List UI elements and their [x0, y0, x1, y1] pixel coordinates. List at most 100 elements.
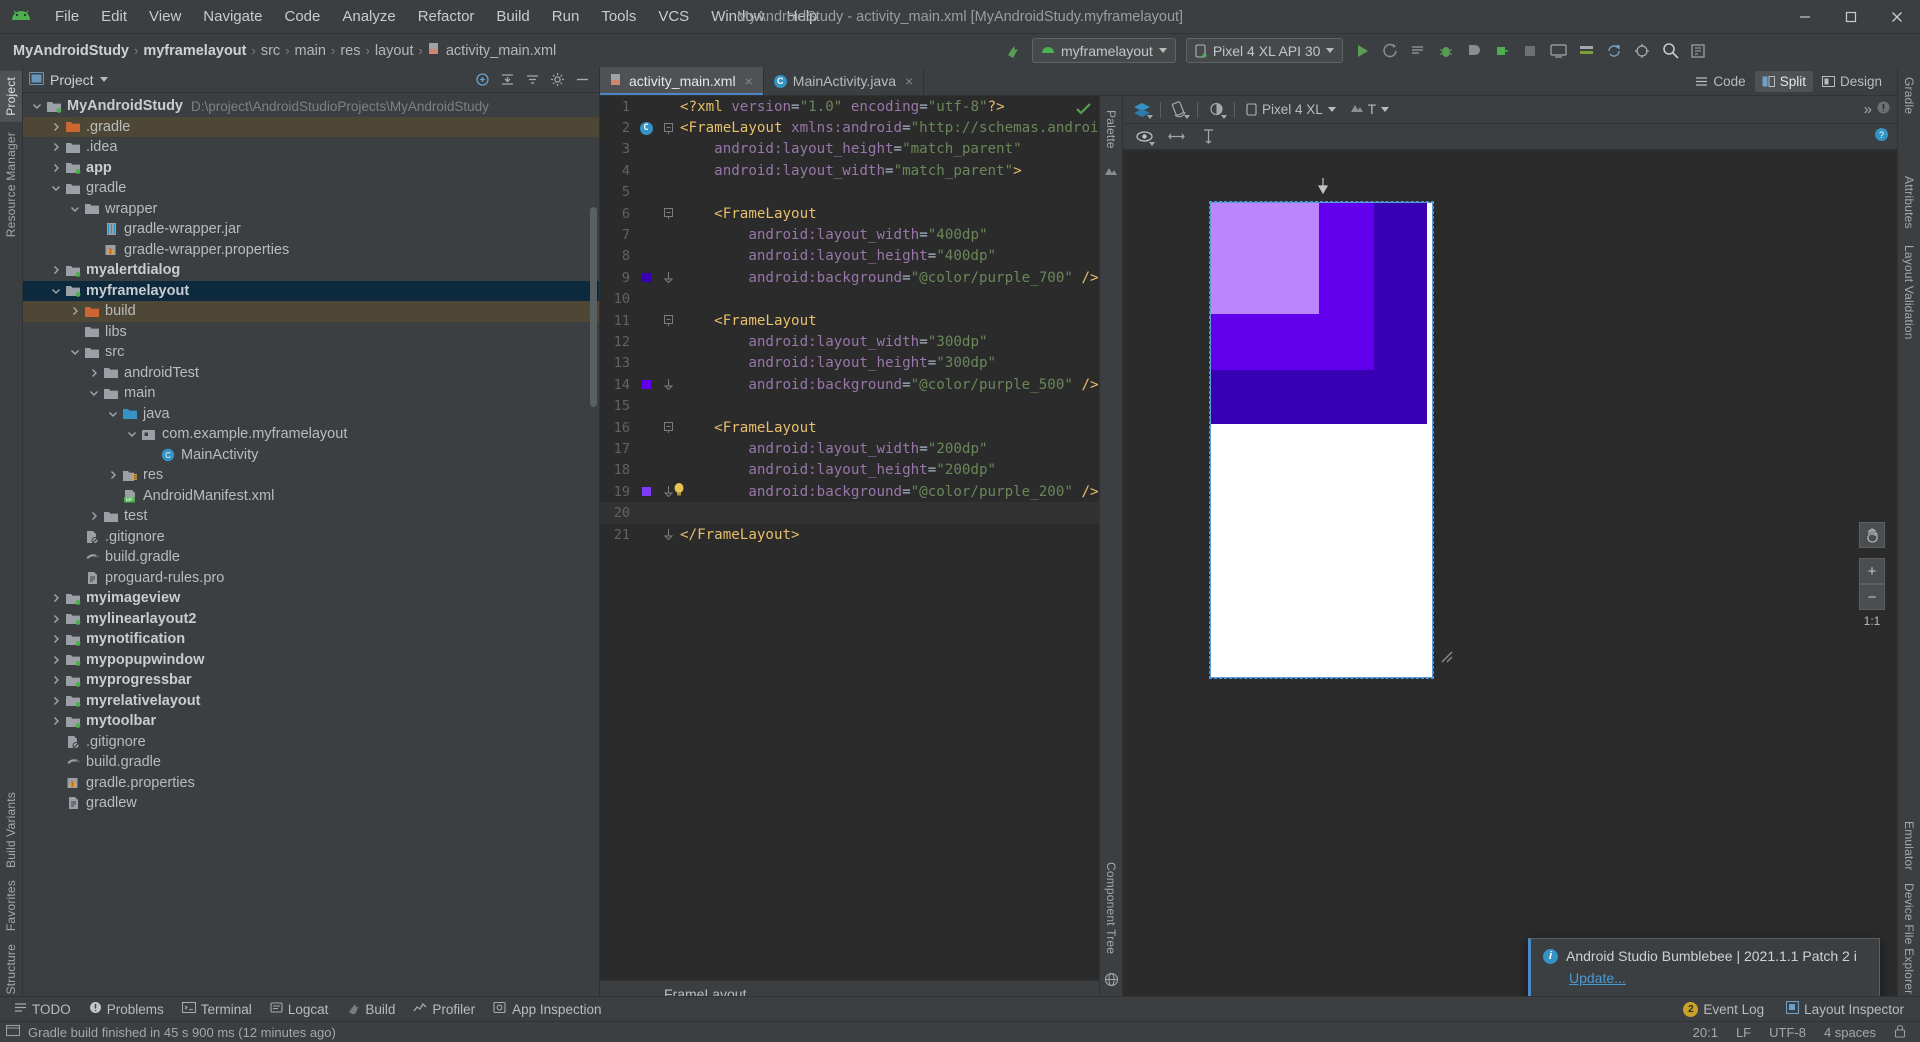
indent-setting[interactable]: 4 spaces: [1824, 1025, 1876, 1040]
tree-row[interactable]: mylinearlayout2: [23, 609, 599, 630]
menu-view[interactable]: View: [138, 5, 192, 28]
code-line[interactable]: 9 android:background="@color/purple_700"…: [600, 267, 1099, 288]
sort-icon[interactable]: [521, 70, 543, 90]
tree-row[interactable]: myframelayout: [23, 280, 599, 301]
hide-panel-icon[interactable]: [571, 70, 593, 90]
breadcrumb-item-file[interactable]: activity_main.xml: [425, 42, 559, 59]
vertical-constraint-icon[interactable]: [1195, 126, 1221, 148]
tree-row[interactable]: .idea: [23, 137, 599, 158]
inspection-status-icon[interactable]: [1076, 102, 1091, 120]
code-line[interactable]: 18 android:layout_height="200dp": [600, 460, 1099, 481]
framelayout-purple-500[interactable]: [1211, 203, 1374, 370]
fold-collapse-icon[interactable]: [658, 122, 678, 134]
tree-row[interactable]: .gradle: [23, 116, 599, 137]
sidebar-item-structure[interactable]: Structure: [0, 938, 22, 1001]
view-mode-code[interactable]: Code: [1688, 71, 1752, 92]
chevron-right-icon[interactable]: [48, 614, 64, 624]
code-line[interactable]: 1 <?xml version="1.0" encoding="utf-8"?>: [600, 96, 1099, 117]
gear-icon[interactable]: [546, 70, 568, 90]
tree-row[interactable]: MyAndroidStudy D:\project\AndroidStudioPr…: [23, 96, 599, 117]
zoom-in-button[interactable]: +: [1859, 558, 1885, 584]
intention-lightbulb-icon[interactable]: [672, 482, 686, 502]
chevron-right-icon[interactable]: [48, 655, 64, 665]
chevron-down-icon[interactable]: [29, 101, 45, 111]
tree-row[interactable]: MF AndroidManifest.xml: [23, 486, 599, 507]
chevron-right-icon[interactable]: [67, 306, 83, 316]
breadcrumb-item-main[interactable]: main: [292, 43, 329, 59]
tool-window-layout-inspector[interactable]: Layout Inspector: [1778, 998, 1912, 1020]
chevron-right-icon[interactable]: [48, 122, 64, 132]
sidebar-item-component-tree[interactable]: Component Tree: [1100, 856, 1122, 960]
project-tree[interactable]: MyAndroidStudy D:\project\AndroidStudioPr…: [23, 93, 599, 1006]
tree-row[interactable]: res: [23, 465, 599, 486]
device-preview-frame[interactable]: [1209, 201, 1434, 679]
line-separator[interactable]: LF: [1736, 1025, 1751, 1040]
tree-row[interactable]: gradle: [23, 178, 599, 199]
tool-window-todo[interactable]: TODO: [6, 998, 79, 1020]
tree-row[interactable]: myimageview: [23, 588, 599, 609]
code-line[interactable]: 6 <FrameLayout: [600, 203, 1099, 224]
resize-grip[interactable]: [1438, 648, 1454, 667]
horizontal-constraint-icon[interactable]: [1163, 126, 1189, 148]
zoom-out-button[interactable]: −: [1859, 584, 1885, 610]
sidebar-item-emulator[interactable]: Emulator: [1898, 815, 1920, 877]
layout-editor-icon[interactable]: [1629, 39, 1655, 63]
close-icon[interactable]: ×: [905, 73, 913, 89]
code-line[interactable]: 8 android:layout_height="400dp": [600, 246, 1099, 267]
notification-balloon[interactable]: i Android Studio Bumblebee | 2021.1.1 Pa…: [1528, 938, 1880, 998]
menu-vcs[interactable]: VCS: [647, 5, 700, 28]
sidebar-item-device-file-explorer[interactable]: Device File Explorer: [1898, 877, 1920, 1000]
tree-row[interactable]: myrelativelayout: [23, 691, 599, 712]
breadcrumb-item-module[interactable]: myframelayout: [140, 43, 249, 59]
chevron-right-icon[interactable]: [48, 696, 64, 706]
tree-row[interactable]: gradle.properties: [23, 773, 599, 794]
chevron-right-icon[interactable]: [48, 142, 64, 152]
tree-row[interactable]: mytoolbar: [23, 711, 599, 732]
fold-collapse-icon[interactable]: [658, 315, 678, 327]
theme-icon[interactable]: [1203, 99, 1229, 121]
device-selector[interactable]: Pixel 4 XL API 30: [1185, 38, 1344, 63]
tree-row[interactable]: build.gradle: [23, 547, 599, 568]
attach-debugger-icon[interactable]: [1489, 39, 1515, 63]
code-line[interactable]: 15: [600, 395, 1099, 416]
tool-window-profiler[interactable]: Profiler: [405, 998, 483, 1020]
tree-row[interactable]: main: [23, 383, 599, 404]
design-surface-icon[interactable]: [1129, 99, 1155, 121]
code-line[interactable]: 13 android:layout_height="300dp": [600, 353, 1099, 374]
tool-window-app-inspection[interactable]: App Inspection: [485, 998, 609, 1020]
run-icon[interactable]: [1349, 39, 1375, 63]
code-line[interactable]: 2 C <FrameLayout xmlns:android="http://sch…: [600, 117, 1099, 138]
chevron-right-icon[interactable]: [105, 470, 121, 480]
tree-row[interactable]: proguard-rules.pro: [23, 568, 599, 589]
chevron-right-icon[interactable]: [48, 634, 64, 644]
tree-row[interactable]: C MainActivity: [23, 445, 599, 466]
lock-icon[interactable]: [1894, 1024, 1906, 1041]
menu-edit[interactable]: Edit: [90, 5, 138, 28]
eye-icon[interactable]: [1131, 126, 1157, 148]
breadcrumb-item-layout[interactable]: layout: [372, 43, 417, 59]
sidebar-item-project[interactable]: Project: [0, 71, 22, 122]
module-selector[interactable]: myframelayout: [1032, 38, 1176, 63]
caret-position[interactable]: 20:1: [1693, 1025, 1718, 1040]
breadcrumb-item-src[interactable]: src: [258, 43, 283, 59]
code-line[interactable]: 16 <FrameLayout: [600, 417, 1099, 438]
tree-row[interactable]: test: [23, 506, 599, 527]
menu-tools[interactable]: Tools: [590, 5, 647, 28]
pan-hand-icon[interactable]: [1859, 522, 1885, 548]
tree-row[interactable]: gradlew: [23, 793, 599, 814]
code-line[interactable]: 5: [600, 182, 1099, 203]
code-editor[interactable]: 1 <?xml version="1.0" encoding="utf-8"?> 2…: [600, 96, 1100, 1006]
view-mode-design[interactable]: Design: [1815, 71, 1889, 92]
fold-end-icon[interactable]: [658, 529, 678, 540]
fold-end-icon[interactable]: [658, 379, 678, 391]
chevron-right-icon[interactable]: [86, 368, 102, 378]
chevron-right-icon[interactable]: [48, 593, 64, 603]
chevron-down-icon[interactable]: [124, 429, 140, 439]
tool-window-problems[interactable]: Problems: [81, 998, 172, 1020]
collapse-all-icon[interactable]: [496, 70, 518, 90]
tool-window-event-log[interactable]: 2 Event Log: [1675, 999, 1772, 1020]
tree-row[interactable]: myprogressbar: [23, 670, 599, 691]
chevron-right-icon[interactable]: [48, 265, 64, 275]
tree-row[interactable]: mynotification: [23, 629, 599, 650]
menu-help[interactable]: Help: [776, 5, 829, 28]
